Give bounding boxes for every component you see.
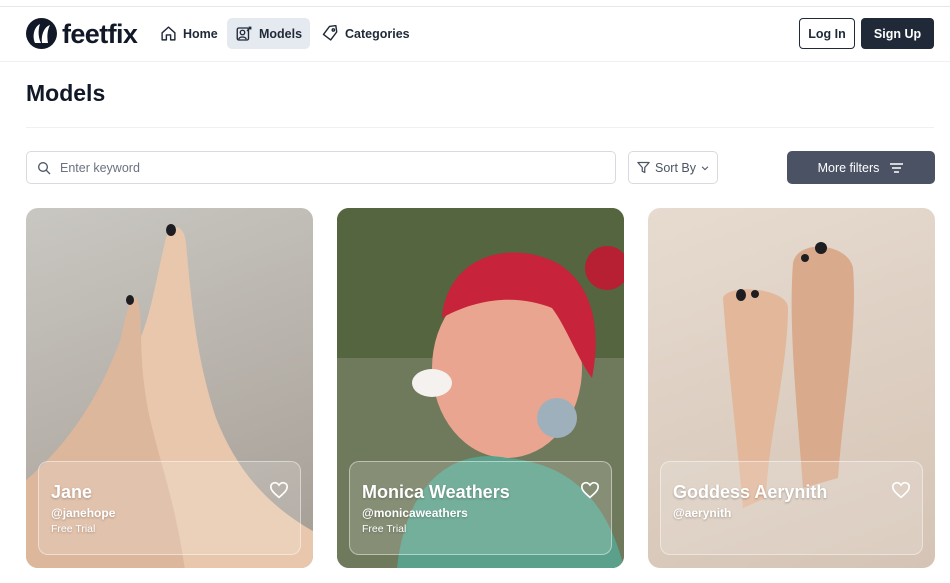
sort-by-dropdown[interactable]: Sort By [628, 151, 718, 184]
nav-models[interactable]: Models [227, 18, 311, 49]
models-icon [236, 26, 252, 41]
heart-icon[interactable] [269, 481, 289, 499]
model-handle: @janehope [51, 506, 116, 520]
search-box[interactable] [26, 151, 616, 184]
model-info-panel: Monica Weathers @monicaweathers Free Tri… [349, 461, 612, 555]
heart-icon[interactable] [891, 481, 911, 499]
chevron-down-icon [701, 165, 709, 170]
model-card[interactable]: Monica Weathers @monicaweathers Free Tri… [337, 208, 624, 568]
model-handle: @monicaweathers [362, 506, 468, 520]
sliders-lines-icon [890, 162, 904, 173]
model-info-panel: Jane @janehope Free Trial [38, 461, 301, 555]
navbar: feetfix Home Models Categories Log In Si… [0, 7, 950, 62]
nav-categories-label: Categories [345, 26, 410, 41]
model-name: Jane [51, 482, 93, 502]
model-name: Monica Weathers [362, 482, 510, 502]
nav-home[interactable]: Home [152, 18, 226, 49]
brand-logo[interactable]: feetfix [26, 18, 138, 49]
home-icon [161, 26, 176, 41]
model-card[interactable]: Jane @janehope Free Trial [26, 208, 313, 568]
filter-funnel-icon [637, 161, 650, 174]
login-button[interactable]: Log In [799, 18, 855, 49]
model-name: Goddess Aerynith [673, 482, 828, 502]
model-info-panel: Goddess Aerynith @aerynith [660, 461, 923, 555]
search-input[interactable] [60, 160, 580, 175]
page-title: Models [26, 80, 106, 106]
model-plan: Free Trial [362, 523, 407, 535]
logo-mark-icon [26, 18, 57, 49]
search-icon [38, 161, 51, 174]
nav-models-label: Models [259, 26, 303, 41]
more-filters-button[interactable]: More filters [787, 151, 935, 184]
model-plan: Free Trial [51, 523, 96, 535]
title-divider [26, 127, 934, 128]
model-card[interactable]: Goddess Aerynith @aerynith [648, 208, 935, 568]
model-handle: @aerynith [673, 506, 732, 520]
heart-icon[interactable] [580, 481, 600, 499]
signup-button[interactable]: Sign Up [861, 18, 934, 49]
nav-home-label: Home [183, 26, 218, 41]
tag-icon [322, 25, 338, 41]
sort-by-label: Sort By [655, 160, 696, 175]
nav-categories[interactable]: Categories [314, 18, 418, 49]
more-filters-label: More filters [817, 160, 880, 175]
brand-name: feetfix [62, 18, 138, 49]
